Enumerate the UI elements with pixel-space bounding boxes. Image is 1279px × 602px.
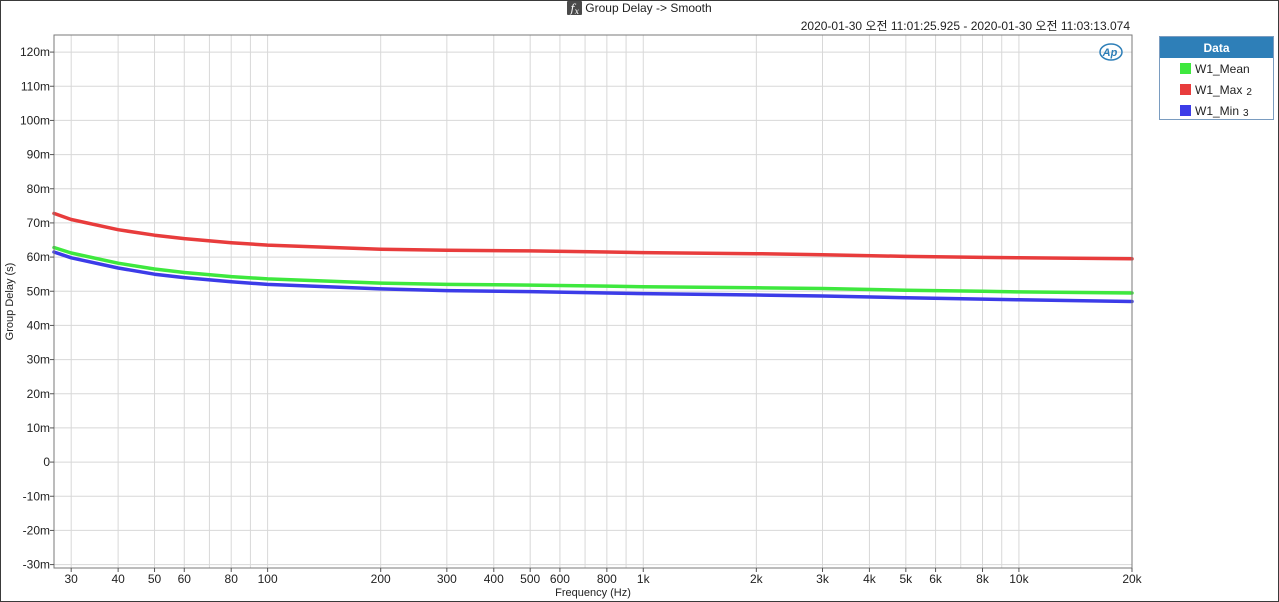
y-axis-label: Group Delay (s) [4,263,16,341]
legend-item-mean[interactable]: W1_Mean [1160,58,1273,79]
legend-swatch-mean [1180,63,1191,74]
x-tick-label: 800 [597,572,617,586]
x-tick-label: 1k [637,572,651,586]
y-tick-label: 50m [27,284,50,298]
y-tick-label: 30m [27,353,50,367]
x-tick-label: 50 [148,572,162,586]
series-line-w1-mean[interactable] [52,245,1134,295]
y-tick-label: 10m [27,421,50,435]
y-tick-label: 110m [21,79,50,93]
x-tick-label: 300 [437,572,457,586]
y-axis-ticks: 120m 110m 100m 90m 80m 70m 60m 50m 40m 30m 20m 10m 0… [20,45,54,572]
y-tick-label: -10m [23,489,50,503]
x-tick-label: 20k [1122,572,1142,586]
legend-label-min: W1_Min [1195,103,1240,118]
legend-index-min: 3 [1243,108,1249,119]
legend-title: Data [1160,37,1273,58]
legend[interactable]: Data W1_Mean W1_Max 2 W1_Min 3 [1159,36,1274,120]
legend-swatch-min [1180,105,1191,116]
x-tick-label: 200 [371,572,391,586]
x-axis-label: Frequency (Hz) [555,587,631,599]
y-tick-label: 70m [27,216,50,230]
x-tick-label: 600 [550,572,570,586]
y-tick-label: -20m [23,523,50,537]
grid-lines [54,35,1132,568]
x-tick-label: 30 [65,572,79,586]
x-tick-label: 80 [225,572,239,586]
y-tick-label: 90m [27,148,50,162]
x-tick-label: 40 [111,572,125,586]
chart[interactable]: 120m 110m 100m 90m 80m 70m 60m 50m 40m 30m 20m 10m 0… [0,0,1279,602]
x-tick-label: 2k [750,572,764,586]
svg-text:Ap: Ap [1102,47,1118,59]
y-tick-label: 40m [27,318,50,332]
y-tick-label: 100m [20,113,50,127]
x-axis-ticks: 30 40 50 60 80 100 200 300 400 500 600 800 1k 2k 3k 4k 5… [65,568,1143,586]
x-tick-label: 5k [899,572,913,586]
x-tick-label: 500 [520,572,540,586]
x-tick-label: 6k [929,572,943,586]
y-tick-label: -30m [23,558,50,572]
x-tick-label: 8k [976,572,990,586]
plot-area [53,34,1133,569]
legend-index-max: 2 [1246,87,1252,98]
y-tick-label: 0 [43,455,50,469]
x-tick-label: 100 [258,572,278,586]
y-tick-label: 20m [27,387,50,401]
x-tick-label: 10k [1009,572,1029,586]
x-tick-label: 3k [816,572,830,586]
x-tick-label: 60 [178,572,192,586]
legend-item-min[interactable]: W1_Min 3 [1160,100,1273,121]
legend-label-mean: W1_Mean [1195,61,1250,76]
legend-swatch-max [1180,84,1191,95]
y-tick-label: 80m [27,182,50,196]
x-tick-label: 4k [863,572,877,586]
legend-label-max: W1_Max [1195,82,1243,97]
legend-item-max[interactable]: W1_Max 2 [1160,79,1273,100]
y-tick-label: 60m [27,250,50,264]
x-tick-label: 400 [484,572,504,586]
y-tick-label: 120m [20,45,50,59]
series-line-w1-max[interactable] [52,211,1134,261]
